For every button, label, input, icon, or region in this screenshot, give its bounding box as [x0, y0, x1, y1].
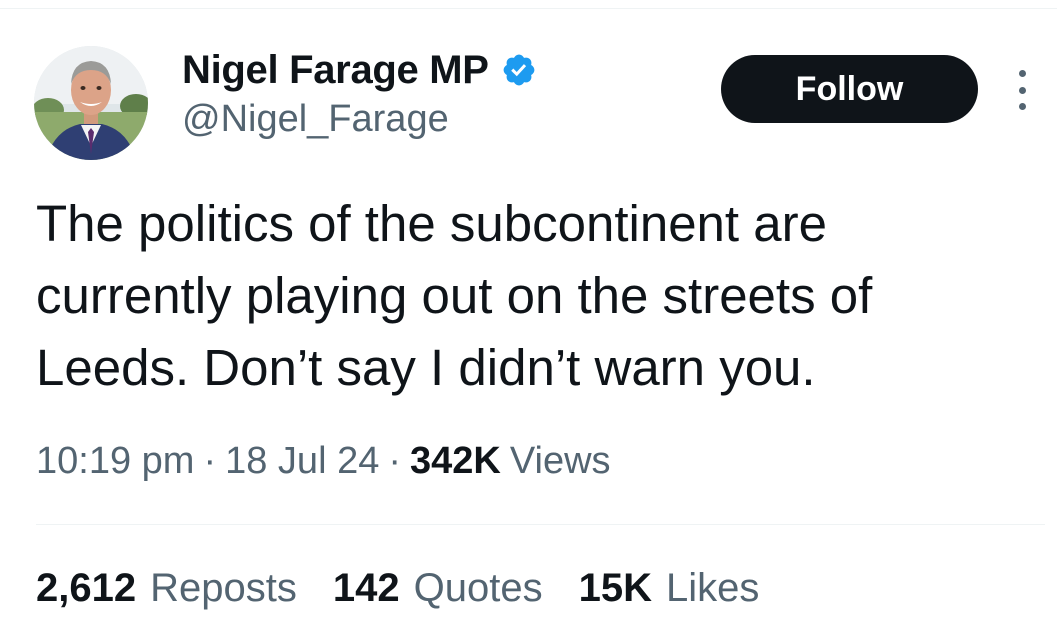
quotes-count: 142: [332, 566, 400, 610]
top-divider: [0, 8, 1057, 9]
tweet-meta: 10:19 pm · 18 Jul 24 · 342K Views: [36, 440, 611, 483]
reposts-label: Reposts: [150, 566, 297, 610]
author-display-name[interactable]: Nigel Farage MP: [182, 48, 489, 93]
tweet-date[interactable]: 18 Jul 24: [225, 440, 379, 483]
quotes-stat[interactable]: 142 Quotes: [333, 566, 543, 611]
author-name-row: Nigel Farage MP: [182, 44, 537, 96]
verified-badge-icon[interactable]: [501, 52, 537, 88]
more-options-icon[interactable]: [1008, 66, 1036, 114]
meta-separator: ·: [203, 440, 217, 482]
more-options-dot: [1018, 103, 1026, 110]
views-label: Views: [509, 440, 611, 482]
more-options-dot: [1018, 86, 1026, 94]
likes-stat[interactable]: 15K Likes: [579, 566, 760, 611]
reposts-count: 2,612: [36, 566, 137, 610]
avatar[interactable]: [34, 46, 148, 160]
engagement-stats: 2,612 Reposts 142 Quotes 15K Likes: [36, 566, 795, 611]
quotes-label: Quotes: [413, 566, 543, 610]
meta-separator: ·: [388, 440, 401, 482]
stats-divider: [36, 524, 1045, 525]
reposts-stat[interactable]: 2,612 Reposts: [36, 566, 297, 611]
author-handle[interactable]: @Nigel_Farage: [182, 98, 449, 141]
tweet-text: The politics of the subcontinent are cur…: [36, 195, 873, 396]
likes-count: 15K: [578, 566, 652, 610]
follow-button[interactable]: Follow: [721, 55, 978, 123]
likes-label: Likes: [665, 566, 760, 610]
views-count: 342K: [410, 440, 501, 482]
tweet-time[interactable]: 10:19 pm: [36, 440, 194, 483]
more-options-dot: [1018, 70, 1026, 77]
avatar-photo: [34, 46, 148, 160]
